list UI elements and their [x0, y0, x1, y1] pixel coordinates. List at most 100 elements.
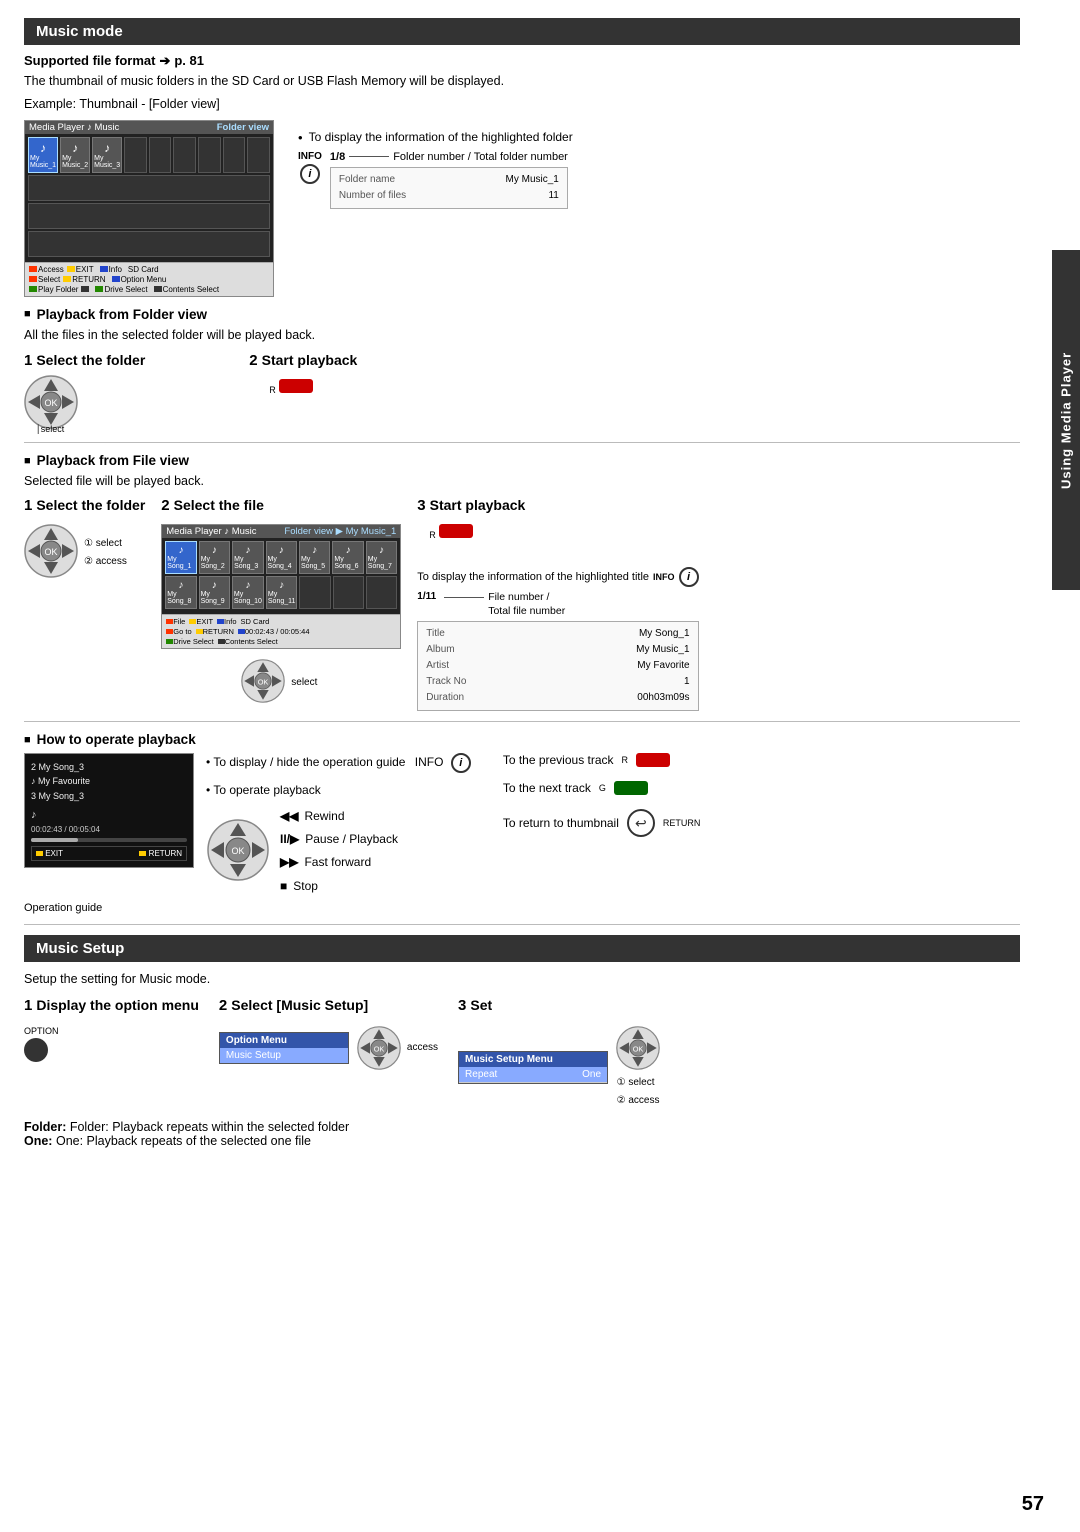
music-setup-desc: Setup the setting for Music mode.: [24, 970, 1020, 989]
prev-track-btn: [636, 753, 670, 767]
one-note-text: One: Playback repeats of the selected on…: [56, 1134, 311, 1148]
rewind-label: Rewind: [304, 807, 344, 826]
dash-line: [349, 156, 389, 157]
artist-value: My Favorite: [637, 658, 689, 674]
folder-note-text: Folder: Playback repeats within the sele…: [70, 1120, 349, 1134]
op-controls-labels: ◀◀ Rewind II/▶ Pause / Playback ▶▶ Fast …: [280, 807, 398, 896]
step1-file-dpad: OK: [24, 524, 78, 581]
grid-row-1: ♪ My Music_1 ♪ My Music_2 ♪ My Music_3: [28, 137, 270, 173]
step1-file-annotations: ① select ② access: [84, 535, 127, 571]
fast-forward-icon: ▶▶: [280, 853, 298, 872]
info-label3: INFO: [415, 755, 444, 769]
dash-line2: [444, 597, 484, 598]
rewind-line: ◀◀ Rewind: [280, 807, 398, 826]
r-letter3: R: [622, 755, 629, 765]
music-setup-menu-header: Music Setup Menu: [459, 1052, 607, 1067]
step2-dpad-area: OK access: [357, 1026, 438, 1070]
song4: ♪My Song_4: [266, 541, 297, 574]
supported-file-section: Supported file format ➔ p. 81 The thumbn…: [24, 53, 1020, 114]
duration-value: 00h03m09s: [637, 690, 689, 706]
album-label: Album: [426, 642, 486, 658]
step2-label: Start playback: [262, 352, 358, 368]
svg-text:OK: OK: [633, 1044, 644, 1053]
op-guide-row: 2 My Song_3 ♪ My Favourite 3 My Song_3 ♪…: [24, 753, 1020, 896]
music-setup-notes: Folder: Folder: Playback repeats within …: [24, 1120, 1020, 1148]
supported-file-desc2: Example: Thumbnail - [Folder view]: [24, 95, 1020, 114]
op-controls-row: OK ◀◀ Rewind II/▶ Pause / Playback: [206, 807, 471, 896]
step3-file: 3 Start playback R To display the inform…: [417, 497, 698, 711]
pause-icon: II/▶: [280, 830, 299, 849]
option-button-icon: [24, 1038, 48, 1062]
step2-file-num: 2: [161, 497, 169, 514]
grid-item-music1: ♪ My Music_1: [28, 137, 58, 173]
next-track-label: To the next track: [503, 781, 591, 795]
file-annotation2: Total file number: [488, 605, 565, 617]
duration-row: Duration 00h03m09s: [426, 690, 689, 706]
option-menu-header: Option Menu: [220, 1033, 348, 1048]
file-screen-header: Media Player ♪ Music Folder view ▶ My Mu…: [162, 525, 400, 538]
pause-line: II/▶ Pause / Playback: [280, 830, 398, 849]
option-button-area: OPTION: [24, 1026, 59, 1065]
next-track: To the next track G: [503, 781, 701, 795]
folder-view-example: Media Player ♪ Music Folder view ♪ My Mu…: [24, 120, 1020, 297]
music-step1-label: Display the option menu: [36, 997, 199, 1013]
folder-note-bold: Folder:: [24, 1120, 66, 1134]
file-screen-left: Media Player ♪ Music: [166, 526, 256, 537]
step1-dpad: OK select: [24, 375, 78, 432]
main-content: Music mode Supported file format ➔ p. 81…: [24, 18, 1056, 1148]
one-note-bold: One:: [24, 1134, 52, 1148]
playback-footer-return: RETURN: [139, 849, 182, 858]
artist-row: Artist My Favorite: [426, 658, 689, 674]
step1-file-label: Select the folder: [36, 497, 145, 513]
music-step1: 1 Display the option menu OPTION: [24, 997, 199, 1065]
step1-label: Select the folder: [36, 352, 145, 368]
grid-item-empty2: [149, 137, 172, 173]
page-number: 57: [1022, 1493, 1044, 1516]
file-empty1: [299, 576, 330, 609]
return-thumb-label: To return to thumbnail: [503, 816, 619, 830]
stop-icon: ■: [280, 877, 287, 896]
file-empty2: [333, 576, 364, 609]
repeat-value: One: [582, 1069, 601, 1080]
playback-screen: 2 My Song_3 ♪ My Favourite 3 My Song_3 ♪…: [24, 753, 194, 868]
grid-row-2: [28, 175, 270, 201]
folder-fraction: 1/8: [330, 151, 345, 163]
music-step3-label: Set: [470, 997, 492, 1013]
svg-text:OK: OK: [258, 677, 269, 686]
right-sidebar: Using Media Player: [1052, 250, 1080, 590]
step1-file-num: 1: [24, 497, 32, 514]
folder-info-row2: Number of files 11: [339, 188, 559, 204]
grid-row4-empty: [28, 231, 270, 257]
info-circle-icon: i: [300, 164, 320, 184]
song5: ♪My Song_5: [299, 541, 330, 574]
playback-footer-exit: EXIT: [36, 849, 63, 858]
folder-info-box: 1/8 Folder number / Total folder number …: [330, 151, 568, 209]
screen-content: ♪ My Music_1 ♪ My Music_2 ♪ My Music_3: [25, 134, 273, 262]
grid-row2-empty: [28, 175, 270, 201]
playback-folder-section: Playback from Folder view All the files …: [24, 307, 1020, 433]
grid-item-empty3: [173, 137, 196, 173]
fast-forward-line: ▶▶ Fast forward: [280, 853, 398, 872]
supported-file-desc1: The thumbnail of music folders in the SD…: [24, 72, 1020, 91]
music-step3-num: 3: [458, 997, 466, 1014]
grid-item-music2: ♪ My Music_2: [60, 137, 90, 173]
stop-label: Stop: [293, 877, 318, 896]
song11: ♪My Song_11: [266, 576, 298, 609]
grid-item-empty4: [198, 137, 221, 173]
info-label2: INFO: [653, 572, 675, 582]
folder-annotation: Folder number / Total folder number: [393, 151, 568, 163]
music-setup-menu: Music Setup Menu Repeat One: [458, 1051, 608, 1084]
file-screen-footer: File EXIT Info SD Card Go to RETURN 00:0…: [162, 614, 400, 648]
song2: ♪My Song_2: [199, 541, 230, 574]
song1: ♪My Song_1: [165, 541, 196, 574]
music-step2-num: 2: [219, 997, 227, 1014]
track-nav: To the previous track R To the next trac…: [503, 753, 701, 837]
info-circle2-icon: i: [679, 567, 699, 587]
playback-line1: 2 My Song_3: [31, 760, 187, 774]
step2-folder: 2 Start playback R: [249, 352, 357, 396]
title-label: Title: [426, 626, 486, 642]
music-step1-num: 1: [24, 997, 32, 1014]
playback-file-desc: Selected file will be played back.: [24, 472, 1020, 491]
file-view-screen: Media Player ♪ Music Folder view ▶ My Mu…: [161, 524, 401, 649]
stop-line: ■ Stop: [280, 877, 398, 896]
